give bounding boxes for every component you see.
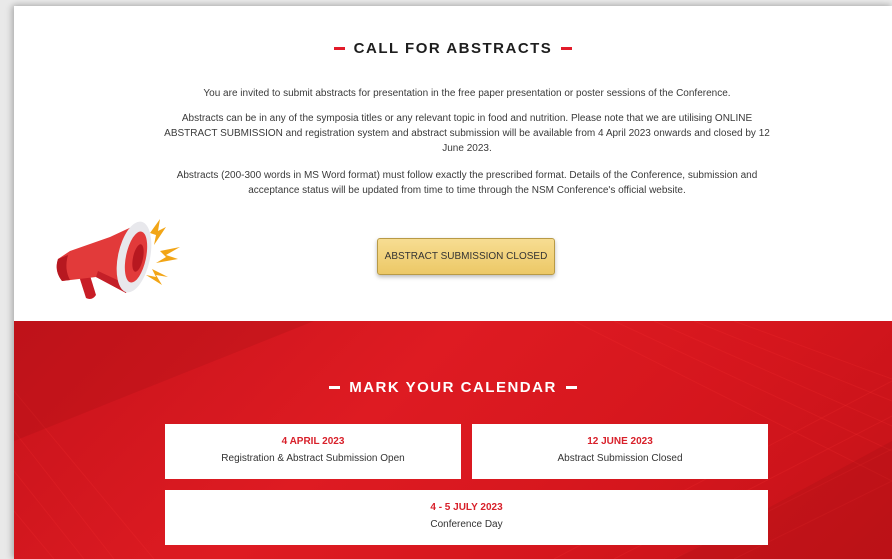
event-description: Abstract Submission Closed — [557, 453, 683, 464]
event-date: 4 - 5 JULY 2023 — [430, 502, 503, 513]
abstracts-topics-paragraph: Abstracts can be in any of the symposia … — [164, 113, 770, 154]
mark-your-calendar-title: MARK YOUR CALENDAR — [349, 379, 557, 396]
title-dash-left — [329, 385, 341, 389]
mark-your-calendar-section: MARK YOUR CALENDAR 4 APRIL 2023 Registra… — [14, 321, 892, 559]
title-dash-left — [333, 46, 345, 50]
event-date: 12 JUNE 2023 — [587, 436, 653, 447]
calendar-card-conference-day: 4 - 5 JULY 2023 Conference Day — [165, 490, 768, 545]
call-for-abstracts-section: CALL FOR ABSTRACTS You are invited to su… — [14, 6, 892, 321]
calendar-card-registration: 4 APRIL 2023 Registration & Abstract Sub… — [165, 424, 461, 479]
call-for-abstracts-heading: CALL FOR ABSTRACTS — [14, 40, 892, 57]
calendar-card-submission-closed: 12 JUNE 2023 Abstract Submission Closed — [472, 424, 768, 479]
title-dash-right — [565, 385, 577, 389]
title-dash-right — [561, 46, 573, 50]
event-description: Registration & Abstract Submission Open — [221, 453, 405, 464]
megaphone-icon — [56, 219, 180, 299]
mark-your-calendar-heading: MARK YOUR CALENDAR — [14, 379, 892, 396]
abstract-submission-button[interactable]: ABSTRACT SUBMISSION CLOSED — [377, 238, 555, 275]
event-date: 4 APRIL 2023 — [281, 436, 345, 447]
abstracts-format-paragraph: Abstracts (200-300 words in MS Word form… — [176, 170, 758, 196]
call-for-abstracts-title: CALL FOR ABSTRACTS — [353, 40, 553, 57]
abstracts-intro-paragraph: You are invited to submit abstracts for … — [203, 88, 731, 99]
event-description: Conference Day — [430, 519, 503, 530]
page: CALL FOR ABSTRACTS You are invited to su… — [14, 6, 892, 559]
